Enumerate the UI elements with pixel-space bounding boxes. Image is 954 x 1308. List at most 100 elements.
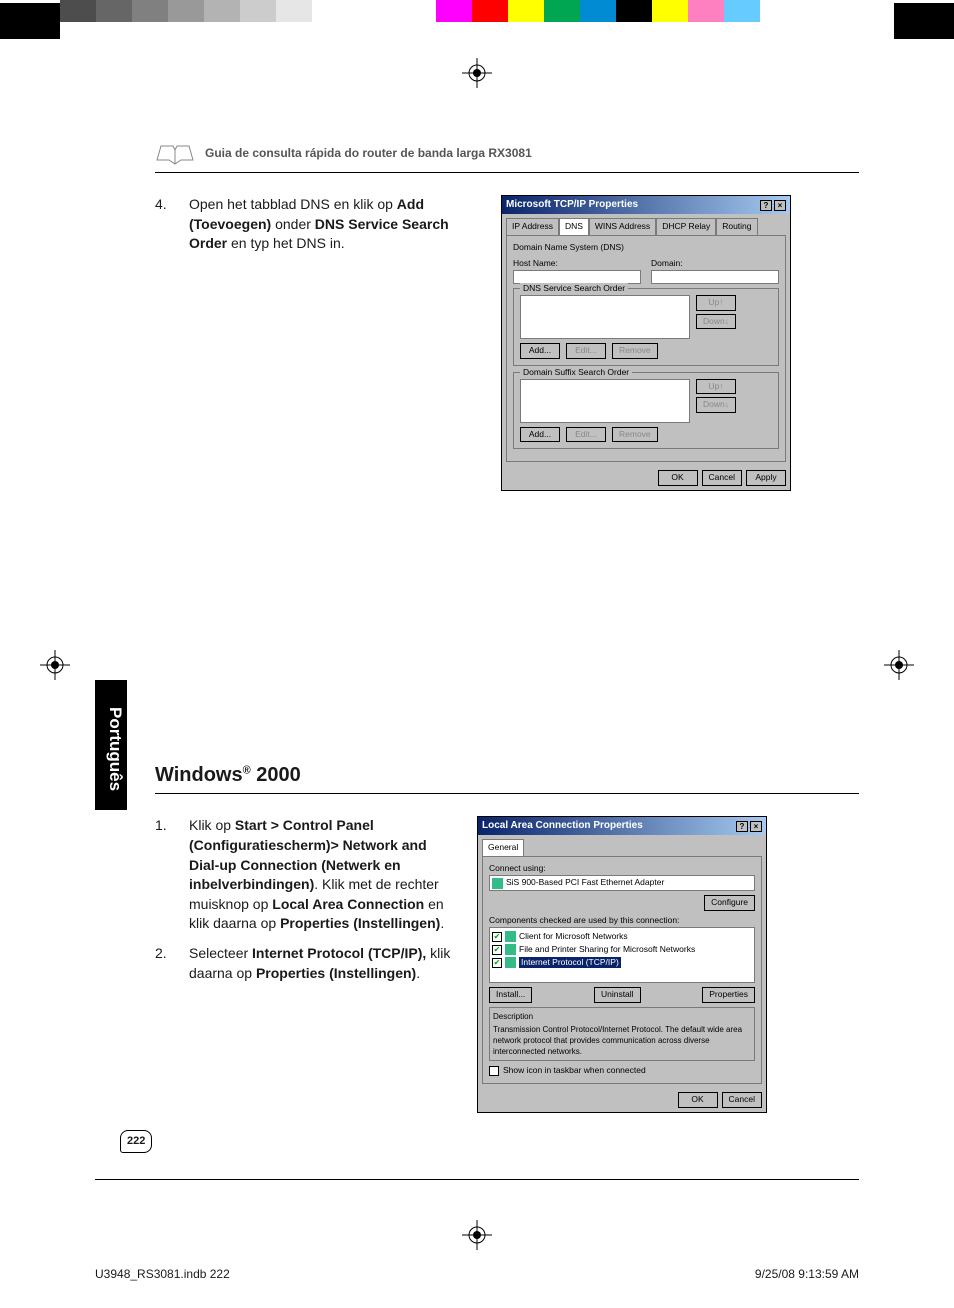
- swatch: [240, 0, 276, 22]
- swatch: [60, 0, 96, 22]
- domain-label: Domain:: [651, 258, 683, 268]
- install-button[interactable]: Install...: [489, 987, 532, 1003]
- group-label-dns: Domain Name System (DNS): [513, 242, 779, 254]
- swatch: [616, 0, 652, 22]
- tab-dhcp-relay[interactable]: DHCP Relay: [656, 218, 716, 235]
- checkbox-icon[interactable]: ✔: [492, 958, 502, 968]
- swatch: [724, 0, 760, 22]
- t: Local Area Connection: [272, 896, 424, 912]
- step-number: 2.: [155, 944, 177, 983]
- step-text: Klik op Start > Control Panel (Configura…: [189, 816, 465, 934]
- step-number: 1.: [155, 816, 177, 934]
- tab-routing[interactable]: Routing: [716, 218, 757, 235]
- t: .: [416, 965, 420, 981]
- ok-button[interactable]: OK: [678, 1092, 718, 1108]
- checkbox-icon[interactable]: ✔: [492, 945, 502, 955]
- step-text: Open het tabblad DNS en klik op Add (Toe…: [189, 195, 489, 491]
- swatch: [508, 0, 544, 22]
- t: 2000: [251, 764, 301, 786]
- ok-button[interactable]: OK: [658, 470, 698, 486]
- tab-strip: IP Address DNS WINS Address DHCP Relay R…: [502, 214, 790, 235]
- adapter-name: SiS 900-Based PCI Fast Ethernet Adapter: [506, 877, 664, 889]
- swatch: [544, 0, 580, 22]
- up-button[interactable]: Up↑: [696, 295, 736, 311]
- configure-button[interactable]: Configure: [704, 895, 755, 911]
- t: onder: [271, 216, 315, 232]
- help-button[interactable]: ?: [736, 821, 748, 832]
- tab-general[interactable]: General: [482, 839, 524, 856]
- host-name-input[interactable]: [513, 270, 641, 284]
- item-label: Client for Microsoft Networks: [519, 931, 628, 943]
- components-list[interactable]: ✔ Client for Microsoft Networks ✔ File and…: [489, 927, 755, 983]
- registration-mark-right: [884, 650, 914, 680]
- description-text: Transmission Control Protocol/Internet P…: [493, 1024, 751, 1058]
- add-button[interactable]: Add...: [520, 427, 560, 443]
- item-label: File and Printer Sharing for Microsoft N…: [519, 944, 695, 956]
- properties-button[interactable]: Properties: [702, 987, 755, 1003]
- remove-button[interactable]: Remove: [612, 343, 658, 359]
- down-button[interactable]: Down↓: [696, 314, 736, 330]
- suffix-listbox[interactable]: [520, 379, 690, 423]
- page-header: Guia de consulta rápida do router de ban…: [155, 140, 859, 173]
- cancel-button[interactable]: Cancel: [722, 1092, 762, 1108]
- tcpip-properties-dialog: Microsoft TCP/IP Properties ? × IP Addre…: [501, 195, 791, 491]
- swatch: [96, 0, 132, 22]
- close-button[interactable]: ×: [774, 200, 786, 211]
- dialog-title: Local Area Connection Properties: [482, 819, 643, 833]
- language-tab: Português: [95, 680, 127, 810]
- t: Selecteer: [189, 945, 252, 961]
- remove-button[interactable]: Remove: [612, 427, 658, 443]
- swatch: [168, 0, 204, 22]
- swatch: [276, 0, 312, 22]
- swatch: [204, 0, 240, 22]
- list-item: ✔ Internet Protocol (TCP/IP): [492, 957, 752, 969]
- component-icon: [505, 957, 516, 968]
- t: Properties (Instellingen): [256, 965, 416, 981]
- registration-mark-bottom: [462, 1220, 492, 1250]
- help-button[interactable]: ?: [760, 200, 772, 211]
- show-icon-label: Show icon in taskbar when connected: [503, 1065, 646, 1077]
- component-icon: [505, 944, 516, 955]
- t: Windows: [155, 764, 243, 786]
- booklet-icon: [155, 140, 195, 166]
- registration-mark-top: [462, 58, 492, 88]
- description-title: Description: [493, 1011, 751, 1022]
- cancel-button[interactable]: Cancel: [702, 470, 742, 486]
- add-button[interactable]: Add...: [520, 343, 560, 359]
- dns-order-listbox[interactable]: [520, 295, 690, 339]
- apply-button[interactable]: Apply: [746, 470, 786, 486]
- close-button[interactable]: ×: [750, 821, 762, 832]
- edit-button[interactable]: Edit...: [566, 343, 606, 359]
- component-icon: [505, 931, 516, 942]
- section-title: Windows® 2000: [155, 761, 859, 794]
- adapter-icon: [492, 878, 503, 889]
- t: .: [440, 915, 444, 931]
- tab-ip-address[interactable]: IP Address: [506, 218, 559, 235]
- down-button[interactable]: Down↓: [696, 397, 736, 413]
- checkbox-icon[interactable]: ✔: [492, 932, 502, 942]
- edit-button[interactable]: Edit...: [566, 427, 606, 443]
- up-button[interactable]: Up↑: [696, 379, 736, 395]
- group-dns-order-label: DNS Service Search Order: [520, 283, 628, 295]
- swatch: [312, 0, 348, 22]
- description-box: Description Transmission Control Protoco…: [489, 1007, 755, 1062]
- step-number: 4.: [155, 195, 177, 491]
- list-item: ✔ File and Printer Sharing for Microsoft …: [492, 944, 752, 956]
- item-label: Internet Protocol (TCP/IP): [519, 957, 621, 969]
- uninstall-button[interactable]: Uninstall: [594, 987, 641, 1003]
- swatch: [652, 0, 688, 22]
- show-icon-checkbox[interactable]: [489, 1066, 499, 1076]
- t: Klik op: [189, 817, 235, 833]
- slug-right: 9/25/08 9:13:59 AM: [755, 1266, 859, 1283]
- connect-using-label: Connect using:: [489, 863, 755, 875]
- slug-left: U3948_RS3081.indb 222: [95, 1266, 230, 1283]
- adapter-combo[interactable]: SiS 900-Based PCI Fast Ethernet Adapter: [489, 875, 755, 891]
- list-item: ✔ Client for Microsoft Networks: [492, 931, 752, 943]
- color-swatch-bar: [0, 0, 954, 26]
- dialog-title: Microsoft TCP/IP Properties: [506, 198, 638, 212]
- domain-input[interactable]: [651, 270, 779, 284]
- tab-wins-address[interactable]: WINS Address: [589, 218, 656, 235]
- tab-dns[interactable]: DNS: [559, 218, 589, 235]
- t: en typ het DNS in.: [227, 235, 345, 251]
- swatch: [472, 0, 508, 22]
